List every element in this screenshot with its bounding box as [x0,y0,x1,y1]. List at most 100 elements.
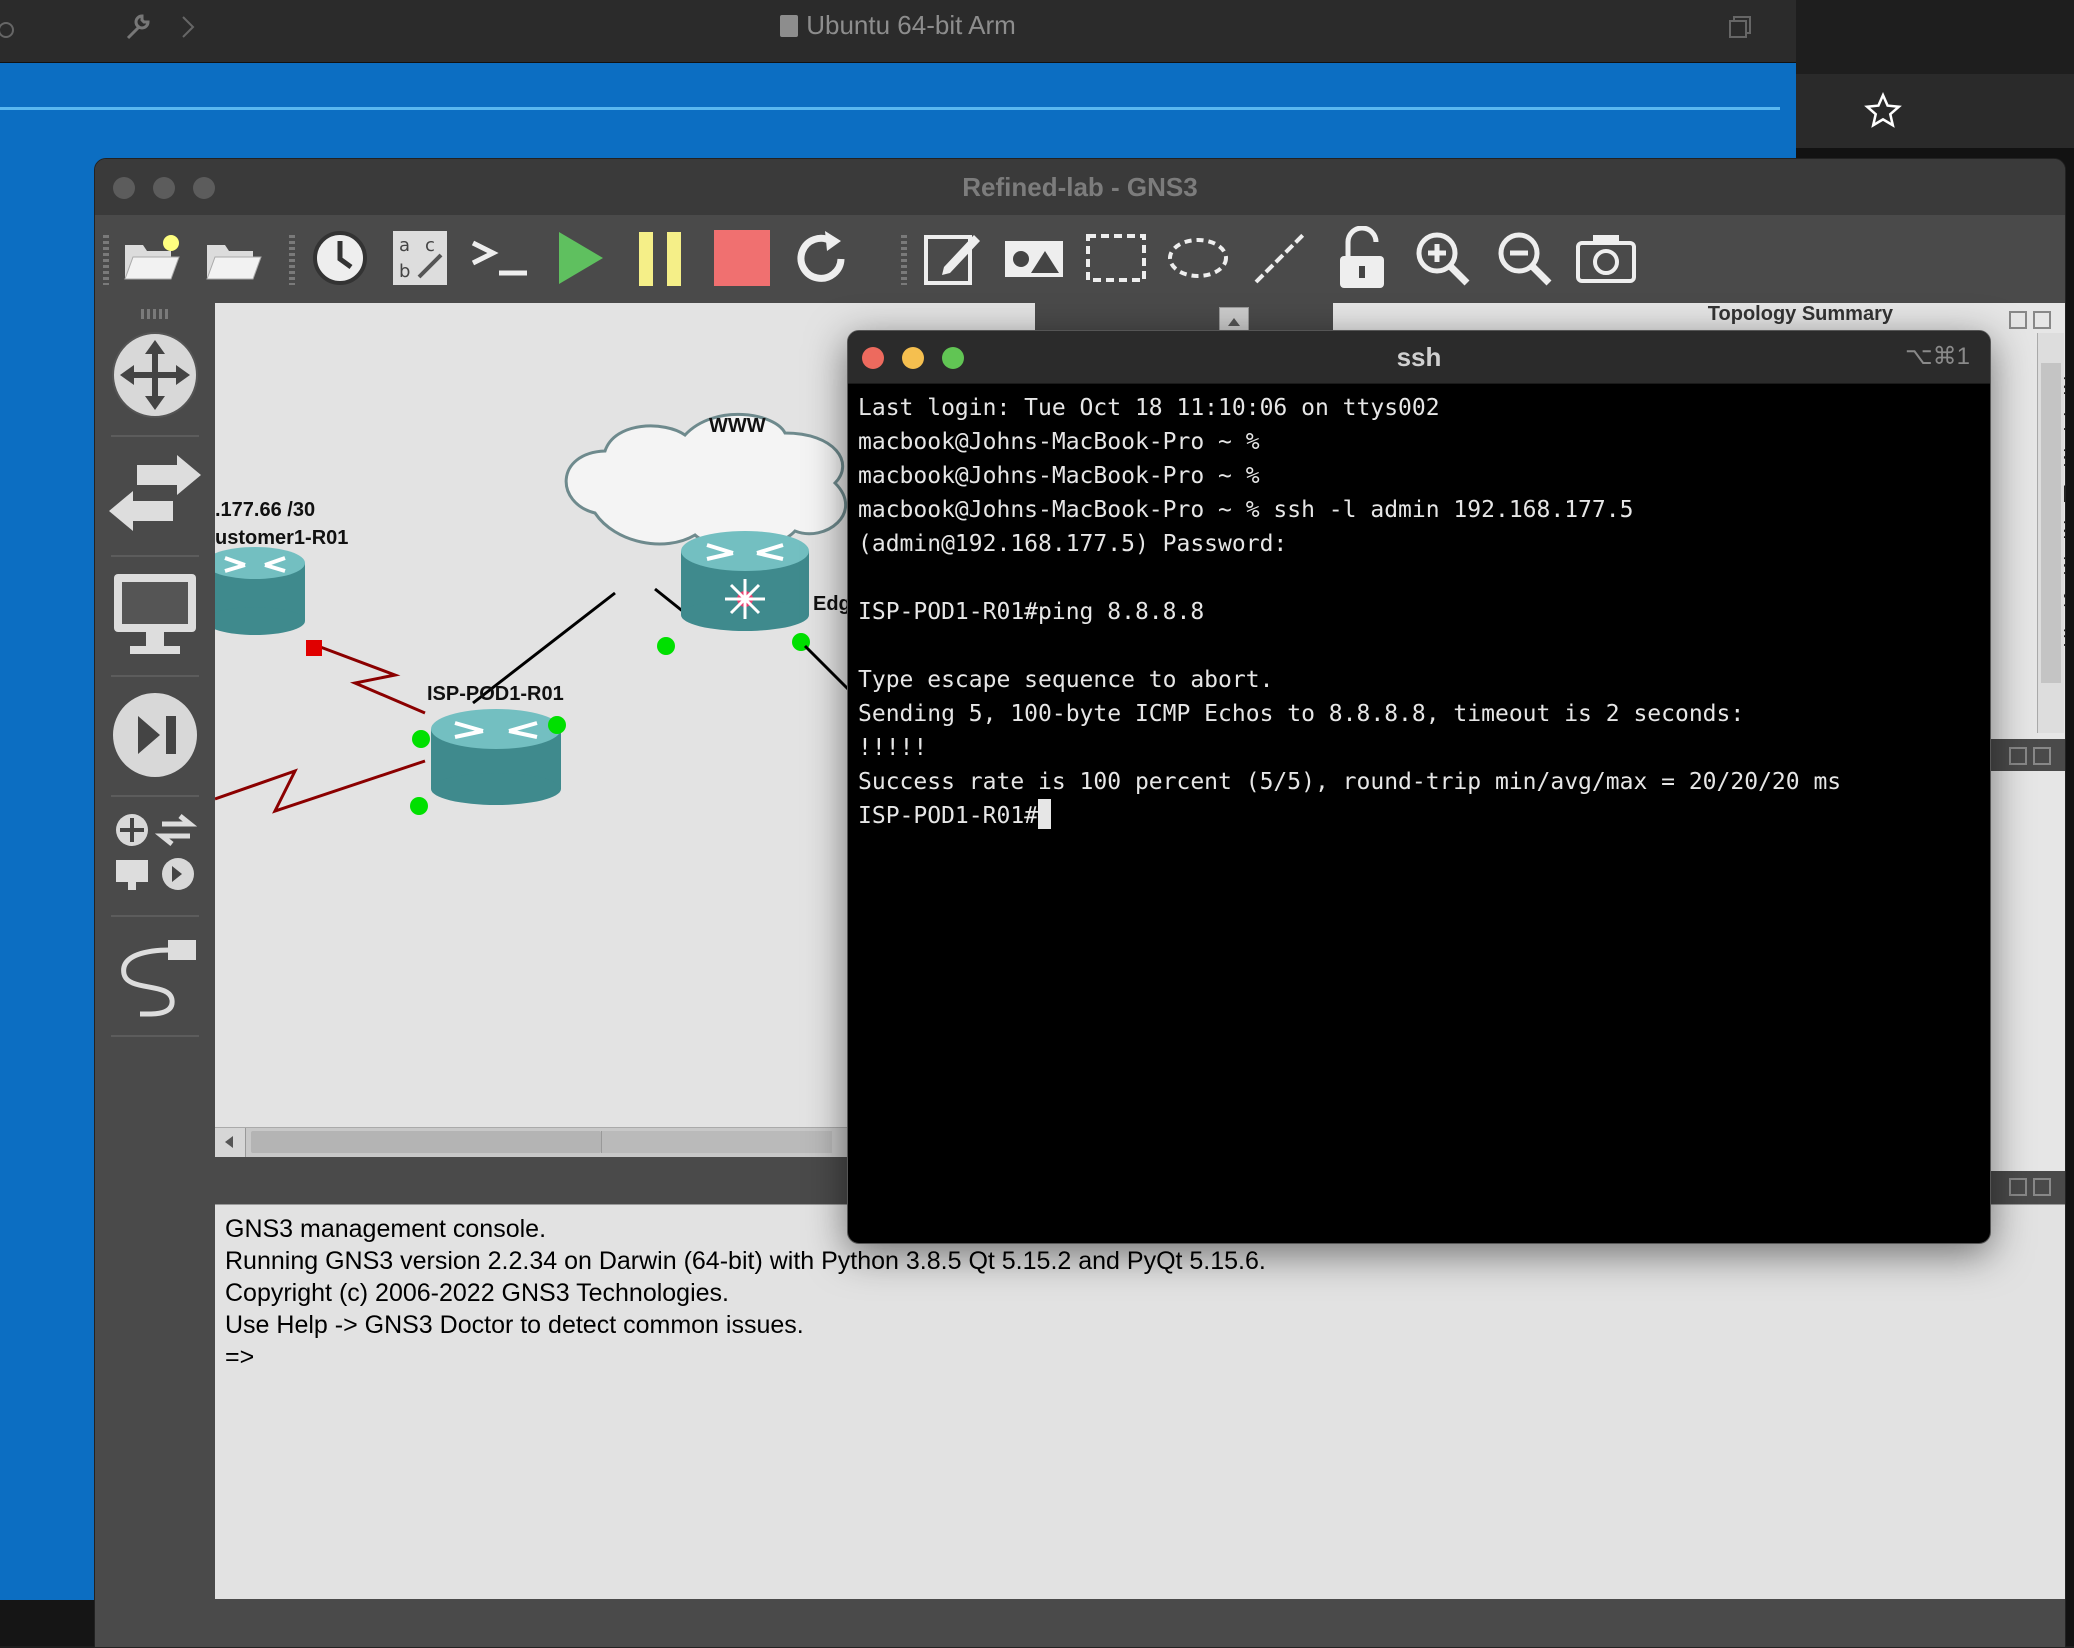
terminal-line: Last login: Tue Oct 18 11:10:06 on ttys0… [858,395,1440,421]
svg-text:a: a [399,235,410,256]
float-panel-icon[interactable] [2009,747,2027,765]
scroll-thumb[interactable] [251,1131,601,1153]
draw-line-button[interactable] [1245,223,1315,293]
node-label-edge: Edg [813,593,851,615]
toolbar-grip[interactable] [141,309,171,319]
add-link-button[interactable] [105,925,205,1025]
console-all-icon [471,240,527,276]
stop-all-button[interactable] [707,223,777,293]
scroll-track[interactable] [601,1131,832,1153]
terminal-line: !!!!! [858,735,928,761]
new-project-button[interactable] [117,223,187,293]
terminal-line: (admin@192.168.177.5) Password: [858,531,1288,557]
zoom-out-icon [1498,232,1552,286]
open-project-icon [206,245,262,280]
arrow-left-icon [225,1136,233,1148]
open-project-button[interactable] [199,223,269,293]
close-panel-icon[interactable] [2033,1178,2051,1196]
cloud-shape[interactable] [564,413,848,550]
link-status-up [412,730,430,748]
divider [111,555,199,557]
console-line: Use Help -> GNS3 Doctor to detect common… [225,1311,804,1339]
zoom-in-button[interactable] [1407,223,1477,293]
float-panel-icon[interactable] [2009,311,2027,329]
browse-switches-button[interactable] [105,445,205,545]
zoom-in-icon [1416,232,1470,286]
start-all-button[interactable] [545,223,615,293]
screenshot-button[interactable] [1571,223,1641,293]
terminal-cursor [1038,799,1052,829]
terminal-line: Type escape sequence to abort. [858,667,1274,693]
browse-all-devices-button[interactable] [105,803,205,903]
serial-link[interactable] [314,643,426,715]
vm-window-title: Ubuntu 64-bit Arm [0,10,1796,41]
star-icon[interactable] [1864,92,1902,130]
interface-label: .177.66 /30 [215,499,316,521]
management-console[interactable]: GNS3 management console. Running GNS3 ver… [215,1204,2065,1599]
divider [111,675,199,677]
reload-all-icon [797,231,845,282]
toolbar-grip[interactable] [103,235,109,285]
node-label-customer1: ustomer1-R01 [215,527,349,549]
add-note-icon [924,235,980,285]
console-all-button[interactable] [465,223,535,293]
scroll-left-button[interactable] [215,1128,246,1157]
start-all-icon [559,232,603,284]
gns3-titlebar: Refined-lab - GNS3 [95,159,2065,215]
terminal-line: ISP-POD1-R01#ping 8.8.8.8 [858,599,1205,625]
ssh-shortcut-label: ⌥⌘1 [1904,343,1970,370]
vm-title-text: Ubuntu 64-bit Arm [806,10,1016,40]
ssh-window-title: ssh [1396,342,1442,372]
topology-summary-title: Topology Summary [1707,303,1893,325]
close-panel-icon[interactable] [2033,747,2051,765]
divider [111,435,199,437]
draw-rectangle-icon [1086,234,1146,282]
vm-divider-line [0,107,1780,110]
node-label-isp: ISP-POD1-R01 [427,683,564,705]
suspend-all-button[interactable] [625,223,695,293]
lock-unlock-button[interactable] [1327,223,1397,293]
topology-vscroll[interactable] [2037,333,2064,733]
terminal-prompt-line[interactable]: ISP-POD1-R01# [858,799,1978,833]
terminal-lines: Last login: Tue Oct 18 11:10:06 on ttys0… [858,391,1978,799]
terminal-output[interactable]: Last login: Tue Oct 18 11:10:06 on ttys0… [858,391,1978,1231]
svg-text:b: b [399,261,410,282]
browse-routers-button[interactable] [105,325,205,425]
browse-security-devices-button[interactable] [105,685,205,785]
scroll-thumb[interactable] [2041,363,2061,683]
toolbar-grip[interactable] [901,235,907,285]
browse-end-devices-button[interactable] [105,565,205,665]
lock-unlock-icon [1340,226,1384,288]
close-panel-icon[interactable] [2033,311,2051,329]
draw-ellipse-icon [1168,238,1228,278]
main-toolbar: acb [95,215,2065,303]
window-copy-icon[interactable] [1724,12,1754,42]
float-panel-icon[interactable] [2009,1178,2027,1196]
toolbar-grip[interactable] [289,235,295,285]
reload-all-button[interactable] [787,223,857,293]
serial-link[interactable] [215,759,426,814]
router-customer1[interactable] [215,547,305,635]
show-interface-labels-icon: a cb [393,231,447,285]
svg-text:c: c [425,235,435,256]
terminal-prompt: ISP-POD1-R01# [858,803,1039,829]
background-panel [0,1600,95,1646]
snapshot-button[interactable] [305,223,375,293]
router-www[interactable] [681,531,809,631]
console-line: Running GNS3 version 2.2.34 on Darwin (6… [225,1247,1266,1275]
add-note-button[interactable] [917,223,987,293]
draw-rectangle-button[interactable] [1081,223,1151,293]
insert-picture-button[interactable] [999,223,1069,293]
router-isp-pod1-r01[interactable] [431,709,561,805]
terminal-line: Success rate is 100 percent (5/5), round… [858,769,1842,795]
cable-icon [121,940,196,1017]
switch-icon [109,455,201,531]
show-interface-labels-button[interactable]: acb [385,223,455,293]
zoom-out-button[interactable] [1489,223,1559,293]
ssh-titlebar: ssh ⌥⌘1 [848,331,1990,384]
new-project-icon [124,235,180,280]
draw-ellipse-button[interactable] [1163,223,1233,293]
divider [111,1035,199,1037]
ssh-terminal-window: ssh ⌥⌘1 Last login: Tue Oct 18 11:10:06 … [847,330,1991,1244]
